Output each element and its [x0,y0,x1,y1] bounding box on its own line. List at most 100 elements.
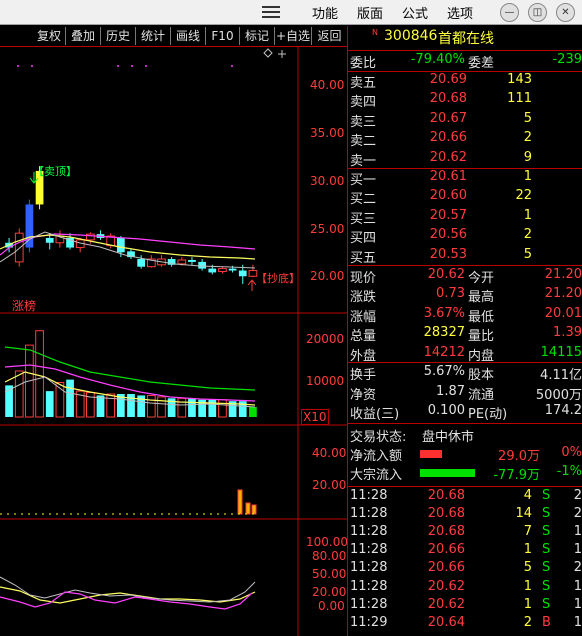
menu-formula[interactable]: 公式 [402,3,428,22]
buy-level-2[interactable]: 买二 20.60 22 [350,188,582,207]
draw-line-button[interactable]: 画线 [171,27,206,45]
quote-label: 最高 [468,290,495,306]
sell-level-1[interactable]: 卖五 20.69 143 [350,72,582,91]
tick-volume: 2 [523,614,532,630]
ind1-axis-40: 40.00 [312,446,347,460]
level-label: 卖五 [350,76,377,91]
buy-arrow-icon [247,279,257,291]
menu-features[interactable]: 功能 [312,3,338,22]
menu-layout[interactable]: 版面 [357,3,383,22]
menu-options[interactable]: 选项 [447,3,473,22]
quote-value: 14212 [423,344,465,360]
zhangbang-label[interactable]: 涨榜 [12,297,36,314]
candle [137,259,146,267]
candle [238,270,247,277]
trade-status-label: 交易状态: [350,430,407,445]
buy-bottom-tag: 【抄底】 [256,272,300,285]
tick-direction: S [542,506,551,522]
add-watchlist-button[interactable]: +自选 [275,27,312,45]
back-button[interactable]: 返回 [312,27,347,45]
f10-button[interactable]: F10 [206,27,240,45]
flow-pct: 0% [561,445,582,460]
overlay-button[interactable]: 叠加 [66,27,101,45]
tick-direction: S [542,560,551,576]
price-axis-25: 25.00 [310,222,345,236]
tick-time: 11:28 [350,488,388,503]
quote-row: 现价 20.62 今开 21.20 [350,267,582,286]
signal-dot [117,65,119,67]
price-axis-40: 40.00 [310,78,345,92]
stats-label: 股本 [468,368,495,383]
tick-time: 11:28 [350,506,388,522]
quote-value: 20.62 [427,267,465,282]
ind2-axis-50: 50.00 [312,567,347,581]
tick-price: 20.62 [427,596,465,612]
signal-dot [17,65,19,67]
ind2-axis-80: 80.00 [312,549,347,563]
tick-row: 11:28 20.62 1 S 1 [350,579,582,598]
tick-direction: S [542,542,551,558]
sell-level-5[interactable]: 卖一 20.62 9 [350,150,582,169]
restore-icon[interactable]: ◫ [528,3,547,22]
stats-value: 1.87 [436,383,465,399]
mark-button[interactable]: 标记 [240,27,275,45]
fund-flow-row: 净流入额 29.0万 0% [350,445,582,464]
tick-count: 2 [573,488,582,503]
vol-axis-20000: 20000 [306,332,345,346]
stats-button[interactable]: 统计 [136,27,171,45]
history-button[interactable]: 历史 [101,27,136,45]
tick-price: 20.66 [427,560,465,576]
signal-dot [231,65,233,67]
stats-value: 0.100 [427,403,465,418]
signal-dot [145,65,147,67]
quote-value: 3.67% [423,305,465,321]
quote-label: 总量 [350,329,377,345]
buy-level-5[interactable]: 买五 20.53 5 [350,247,582,266]
tick-row: 11:29 20.64 2 B 1 [350,615,582,634]
volume-bar [66,379,74,417]
quote-value: 14115 [540,344,582,360]
tick-time: 11:28 [350,542,388,558]
tick-time: 11:28 [350,560,388,576]
volume-bar [177,397,187,418]
quote-row: 涨幅 3.67% 最低 20.01 [350,306,582,325]
signal-dot [131,65,133,67]
sell-level-4[interactable]: 卖二 20.66 2 [350,130,582,149]
trade-status-value: 盘中休市 [422,430,475,445]
buy-level-4[interactable]: 买四 20.56 2 [350,227,582,246]
level-label: 卖三 [350,114,377,130]
wei-row: 委比 -79.40% 委差 -239 [350,52,582,71]
indicator-bar [245,502,251,515]
buy-level-1[interactable]: 买一 20.61 1 [350,169,582,188]
stats-value: 4.11亿 [540,368,582,383]
level-price: 20.60 [429,188,467,204]
volume-bar [45,391,54,417]
fuquan-button[interactable]: 复权 [33,27,66,45]
wei-diff-value: -239 [552,52,582,67]
ind2-axis-0: 0.00 [318,599,345,613]
tick-volume: 5 [523,560,532,576]
candle [116,237,125,253]
flow-label: 净流入额 [350,449,403,464]
stock-header: N 300846 首都在线 [372,28,494,47]
quote-row: 总量 28327 量比 1.39 [350,325,582,344]
quote-value: 0.73 [436,286,465,302]
trade-status: 交易状态: 盘中休市 [350,426,582,445]
buy-level-3[interactable]: 买三 20.57 1 [350,208,582,227]
tick-price: 20.68 [427,506,465,522]
menu-icon[interactable] [262,5,280,19]
level-label: 买一 [350,173,377,188]
sell-level-3[interactable]: 卖三 20.67 5 [350,111,582,130]
level-volume: 5 [523,246,532,262]
kline-chart[interactable] [0,47,347,636]
close-icon[interactable]: ✕ [556,3,575,22]
tick-volume: 4 [523,488,532,503]
stats-value: 5000万 [535,387,582,403]
tick-count: 1 [573,524,582,540]
minimize-icon[interactable]: — [500,3,519,22]
sell-level-2[interactable]: 卖四 20.68 111 [350,91,582,110]
tick-time: 11:28 [350,524,388,540]
candle [198,261,206,269]
level-price: 20.62 [429,149,467,165]
price-axis-30: 30.00 [310,174,345,188]
